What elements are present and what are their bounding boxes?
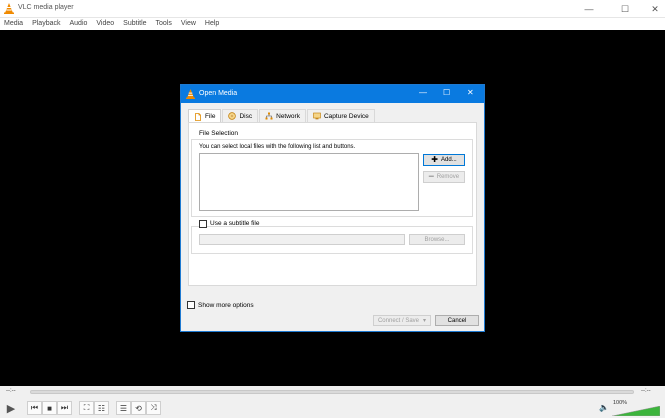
menu-bar: Media Playback Audio Video Subtitle Tool… <box>0 18 665 29</box>
tab-network[interactable]: Network <box>259 109 306 122</box>
previous-button[interactable]: ⏮ <box>27 401 42 415</box>
menu-media[interactable]: Media <box>4 18 23 29</box>
maximize-button[interactable]: ☐ <box>610 0 640 18</box>
capture-device-icon <box>313 112 321 120</box>
tab-file[interactable]: File <box>188 109 222 123</box>
file-selection-label: File Selection <box>199 130 239 137</box>
extended-settings-button[interactable]: ☷ <box>94 401 109 415</box>
stop-icon: ■ <box>47 403 52 413</box>
minus-icon: ━ <box>428 172 434 181</box>
dialog-title-bar[interactable]: Open Media — ☐ ✕ <box>181 85 484 103</box>
menu-video[interactable]: Video <box>96 18 114 29</box>
tab-bar: File Disc Network Capture Device <box>188 109 376 123</box>
dialog-close-button[interactable]: ✕ <box>467 88 474 97</box>
seek-bar[interactable] <box>30 390 634 394</box>
show-more-options-checkbox[interactable] <box>187 301 195 309</box>
tab-capture-device-label: Capture Device <box>323 112 369 120</box>
menu-subtitle[interactable]: Subtitle <box>123 18 146 29</box>
menu-view[interactable]: View <box>181 18 196 29</box>
play-button[interactable]: ▶ <box>3 400 19 416</box>
browse-button[interactable]: Browse... <box>409 234 465 245</box>
dialog-title: Open Media <box>199 90 238 97</box>
menu-tools[interactable]: Tools <box>156 18 172 29</box>
disc-icon <box>228 112 237 120</box>
stop-button[interactable]: ■ <box>42 401 57 415</box>
subtitle-file-input[interactable] <box>199 234 405 245</box>
playlist-icon: ☰ <box>119 403 128 413</box>
volume-slider[interactable] <box>612 406 660 416</box>
next-icon: ⏭ <box>60 403 69 412</box>
time-elapsed[interactable]: --:-- <box>6 388 16 394</box>
dialog-maximize-button[interactable]: ☐ <box>443 88 450 97</box>
tab-file-label: File <box>205 113 216 120</box>
add-button-label: Add... <box>441 157 457 163</box>
play-icon: ▶ <box>6 402 16 415</box>
vlc-cone-icon <box>4 3 14 14</box>
close-button[interactable]: ✕ <box>640 0 665 18</box>
menu-audio[interactable]: Audio <box>69 18 87 29</box>
remove-button[interactable]: ━ Remove <box>423 171 465 183</box>
file-icon <box>195 112 201 121</box>
title-bar: VLC media player — ☐ ✕ <box>0 0 665 18</box>
file-list[interactable] <box>199 153 419 211</box>
equalizer-icon: ☷ <box>97 403 106 413</box>
loop-button[interactable]: ⟲ <box>131 401 146 415</box>
menu-playback[interactable]: Playback <box>32 18 60 29</box>
cancel-button[interactable]: Cancel <box>435 315 479 326</box>
fullscreen-icon: ⛶ <box>83 403 90 412</box>
loop-icon: ⟲ <box>135 403 142 413</box>
tab-disc[interactable]: Disc <box>222 109 259 122</box>
show-more-options-label: Show more options <box>198 302 254 309</box>
add-button[interactable]: ✚ Add... <box>423 154 465 166</box>
tab-capture-device[interactable]: Capture Device <box>306 109 375 122</box>
open-media-dialog: Open Media — ☐ ✕ File Disc Network Captu… <box>180 84 485 332</box>
connect-save-button[interactable]: Connect / Save ▾ <box>373 315 431 326</box>
controls-bar: ▶ ⏮ ■ ⏭ ⛶ ☷ ☰ ⟲ ⤨ 🔈 100% <box>0 398 665 418</box>
dropdown-arrow-icon[interactable]: ▾ <box>423 317 426 324</box>
use-subtitle-label: Use a subtitle file <box>210 220 260 227</box>
remove-button-label: Remove <box>436 174 460 180</box>
menu-help[interactable]: Help <box>205 18 219 29</box>
file-selection-description: You can select local files with the foll… <box>199 144 356 150</box>
window-title: VLC media player <box>18 4 74 11</box>
seek-row: --:-- --:-- <box>0 386 665 398</box>
minimize-button[interactable]: — <box>574 0 604 18</box>
shuffle-icon: ⤨ <box>150 403 157 412</box>
time-total[interactable]: --:-- <box>641 388 651 394</box>
next-button[interactable]: ⏭ <box>57 401 72 415</box>
use-subtitle-checkbox[interactable] <box>199 220 207 228</box>
tab-network-label: Network <box>276 112 300 120</box>
connect-save-label: Connect / Save <box>377 317 419 324</box>
playlist-button[interactable]: ☰ <box>116 401 131 415</box>
shuffle-button[interactable]: ⤨ <box>146 401 161 415</box>
previous-icon: ⏮ <box>30 403 39 412</box>
tab-disc-label: Disc <box>239 112 253 120</box>
fullscreen-button[interactable]: ⛶ <box>79 401 94 415</box>
vlc-cone-icon <box>186 89 195 99</box>
speaker-icon[interactable]: 🔈 <box>599 403 609 412</box>
dialog-minimize-button[interactable]: — <box>419 88 427 97</box>
plus-icon: ✚ <box>431 155 438 164</box>
network-icon <box>265 112 273 120</box>
